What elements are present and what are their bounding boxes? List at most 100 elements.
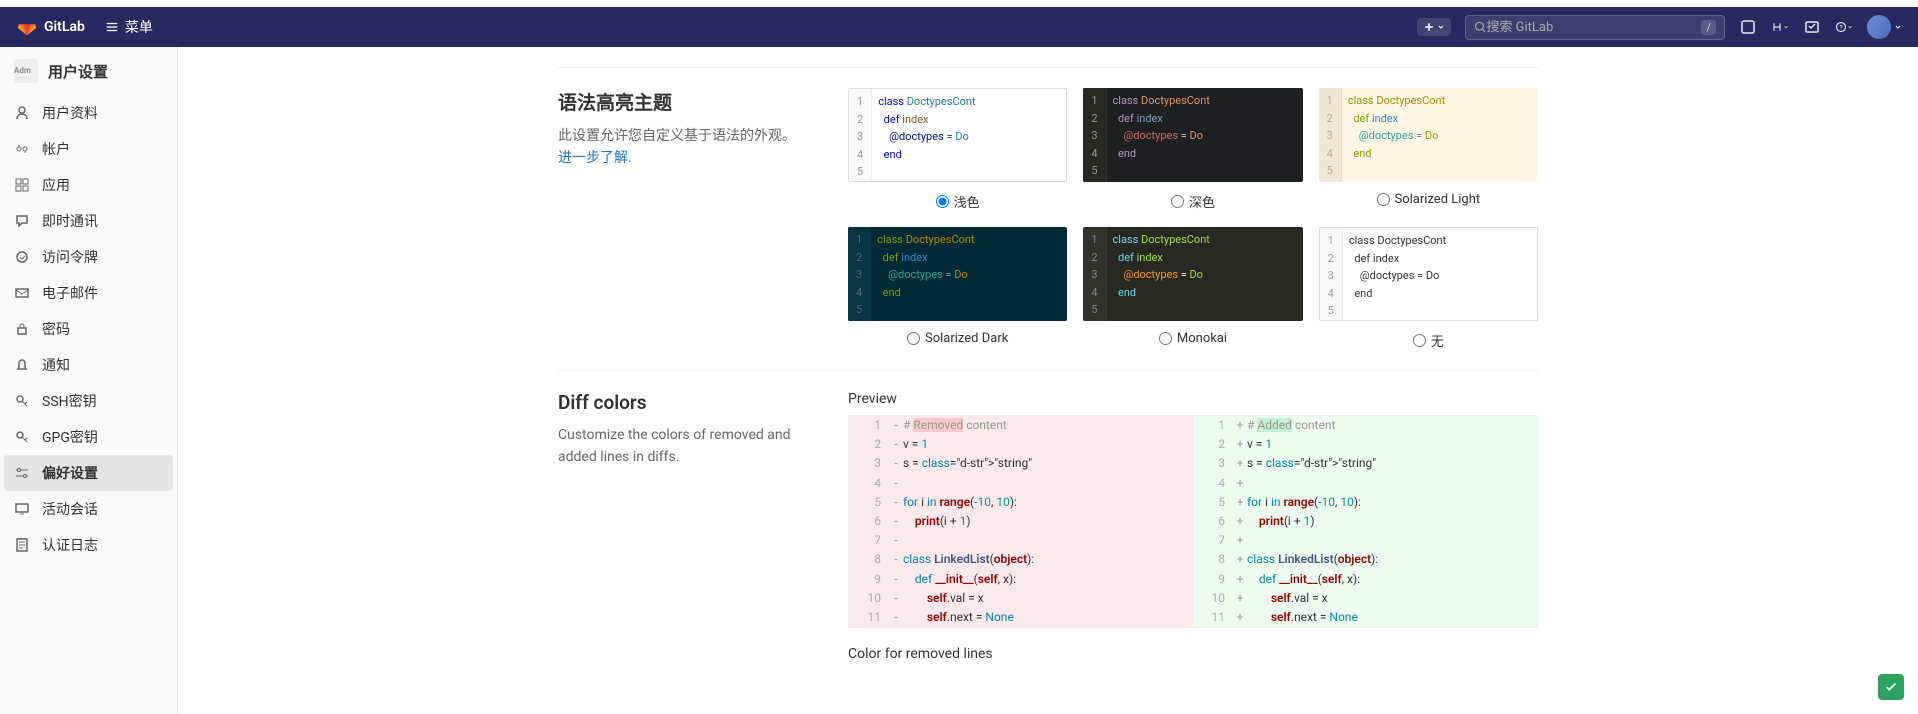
create-new-button[interactable] — [1417, 18, 1451, 36]
diff-line: 11- self.next = None — [849, 608, 1193, 627]
diff-line: 4+ — [1193, 474, 1537, 493]
diff-line: 10- self.val = x — [849, 589, 1193, 608]
sidebar-avatar: Adm — [14, 59, 38, 83]
sidebar-item-5[interactable]: 电子邮件 — [0, 275, 177, 311]
diff-line: 6- print(i + 1) — [849, 512, 1193, 531]
diff-line: 11+ self.next = None — [1193, 608, 1537, 627]
diff-line: 3+s = class="d-str">"string" — [1193, 454, 1537, 473]
theme-option-2: 123456class DoctypesCont def index @doct… — [1319, 88, 1538, 211]
theme-preview: 123456class DoctypesCont def index @doct… — [1083, 88, 1302, 182]
theme-option-0: 123456class DoctypesCont def index @doct… — [848, 88, 1067, 211]
removed-color-label: Color for removed lines — [848, 646, 1538, 662]
sidebar-item-4[interactable]: 访问令牌 — [0, 239, 177, 275]
diff-line: 8+class LinkedList(object): — [1193, 550, 1537, 569]
search-input-container[interactable]: / — [1465, 15, 1725, 40]
merge-requests-icon[interactable] — [1771, 18, 1789, 36]
syntax-section-desc: 此设置允许您自定义基于语法的外观。 进一步了解. — [558, 125, 808, 170]
search-icon — [1474, 20, 1486, 34]
plus-icon — [1423, 21, 1435, 33]
theme-option-1: 123456class DoctypesCont def index @doct… — [1083, 88, 1302, 211]
token-icon — [14, 249, 30, 265]
theme-option-3: 123456class DoctypesCont def index @doct… — [848, 227, 1067, 350]
brand-name: GitLab — [44, 19, 85, 35]
diff-line: 10+ self.val = x — [1193, 589, 1537, 608]
theme-preview: 123456class DoctypesCont def index @doct… — [848, 227, 1067, 321]
mail-icon — [14, 285, 30, 301]
lock-icon — [14, 321, 30, 337]
theme-preview: 123456class DoctypesCont def index @doct… — [1319, 88, 1538, 182]
status-check-icon[interactable] — [1878, 674, 1904, 700]
diff-line: 5+for i in range(-10, 10): — [1193, 493, 1537, 512]
avatar-icon — [1867, 15, 1891, 39]
sidebar-item-11[interactable]: 活动会话 — [0, 491, 177, 527]
theme-option-5: 123456class DoctypesCont def index @doct… — [1319, 227, 1538, 350]
diff-section-desc: Customize the colors of removed and adde… — [558, 424, 808, 469]
gitlab-icon — [16, 16, 38, 38]
sidebar-item-7[interactable]: 通知 — [0, 347, 177, 383]
theme-option-4: 123456class DoctypesCont def index @doct… — [1083, 227, 1302, 350]
sidebar-item-8[interactable]: SSH密钥 — [0, 383, 177, 419]
log-icon — [14, 537, 30, 553]
diff-preview: 1-# Removed content2-v = 13-s = class="d… — [848, 415, 1538, 628]
sidebar-title: Adm 用户设置 — [0, 47, 177, 95]
diff-line: 9- def __init__(self, x): — [849, 570, 1193, 589]
search-shortcut-hint: / — [1701, 20, 1716, 35]
monitor-icon — [14, 501, 30, 517]
diff-section-title: Diff colors — [558, 391, 808, 414]
chevron-down-icon — [1894, 23, 1902, 31]
sidebar-item-6[interactable]: 密码 — [0, 311, 177, 347]
theme-radio-5[interactable]: 无 — [1319, 331, 1538, 350]
sidebar-item-2[interactable]: 应用 — [0, 167, 177, 203]
diff-line: 7- — [849, 531, 1193, 550]
learn-more-link[interactable]: 进一步了解 — [558, 150, 628, 166]
svg-text:?: ? — [1839, 23, 1842, 31]
search-input[interactable] — [1486, 20, 1701, 35]
sidebar-item-9[interactable]: GPG密钥 — [0, 419, 177, 455]
syntax-section-title: 语法高亮主题 — [558, 88, 808, 115]
chat-icon — [14, 213, 30, 229]
key-icon — [14, 393, 30, 409]
sidebar-item-3[interactable]: 即时通讯 — [0, 203, 177, 239]
sidebar-item-10[interactable]: 偏好设置 — [4, 455, 173, 491]
theme-radio-3[interactable]: Solarized Dark — [848, 331, 1067, 346]
hamburger-icon — [105, 20, 119, 34]
user-avatar[interactable] — [1867, 15, 1902, 39]
sidebar: Adm 用户设置 用户资料帐户应用即时通讯访问令牌电子邮件密码通知SSH密钥GP… — [0, 47, 178, 714]
theme-preview: 123456class DoctypesCont def index @doct… — [1319, 227, 1538, 321]
menu-button[interactable]: 菜单 — [105, 17, 153, 37]
theme-radio-2[interactable]: Solarized Light — [1319, 192, 1538, 207]
diff-line: 9+ def __init__(self, x): — [1193, 570, 1537, 589]
diff-line: 1-# Removed content — [849, 416, 1193, 435]
issues-icon[interactable] — [1739, 18, 1757, 36]
diff-line: 6+ print(i + 1) — [1193, 512, 1537, 531]
gitlab-logo[interactable]: GitLab — [16, 16, 85, 38]
menu-label: 菜单 — [125, 17, 153, 37]
top-nav: GitLab 菜单 / ? — [0, 7, 1918, 47]
diff-line: 5-for i in range(-10, 10): — [849, 493, 1193, 512]
todos-icon[interactable] — [1803, 18, 1821, 36]
user-icon — [14, 105, 30, 121]
theme-radio-1[interactable]: 深色 — [1083, 192, 1302, 211]
account-icon — [14, 141, 30, 157]
prefs-icon — [14, 465, 30, 481]
diff-line: 1+# Added content — [1193, 416, 1537, 435]
theme-radio-0[interactable]: 浅色 — [848, 192, 1067, 211]
sidebar-item-12[interactable]: 认证日志 — [0, 527, 177, 563]
theme-preview: 123456class DoctypesCont def index @doct… — [1083, 227, 1302, 321]
diff-line: 3-s = class="d-str">"string" — [849, 454, 1193, 473]
sidebar-item-0[interactable]: 用户资料 — [0, 95, 177, 131]
sidebar-item-1[interactable]: 帐户 — [0, 131, 177, 167]
diff-line: 7+ — [1193, 531, 1537, 550]
bell-icon — [14, 357, 30, 373]
chevron-down-icon — [1437, 23, 1445, 31]
diff-line: 4- — [849, 474, 1193, 493]
key-icon — [14, 429, 30, 445]
diff-line: 8-class LinkedList(object): — [849, 550, 1193, 569]
diff-line: 2+v = 1 — [1193, 435, 1537, 454]
help-icon[interactable]: ? — [1835, 18, 1853, 36]
diff-line: 2-v = 1 — [849, 435, 1193, 454]
apps-icon — [14, 177, 30, 193]
preview-label: Preview — [848, 391, 1538, 407]
theme-preview: 123456class DoctypesCont def index @doct… — [848, 88, 1067, 182]
theme-radio-4[interactable]: Monokai — [1083, 331, 1302, 346]
